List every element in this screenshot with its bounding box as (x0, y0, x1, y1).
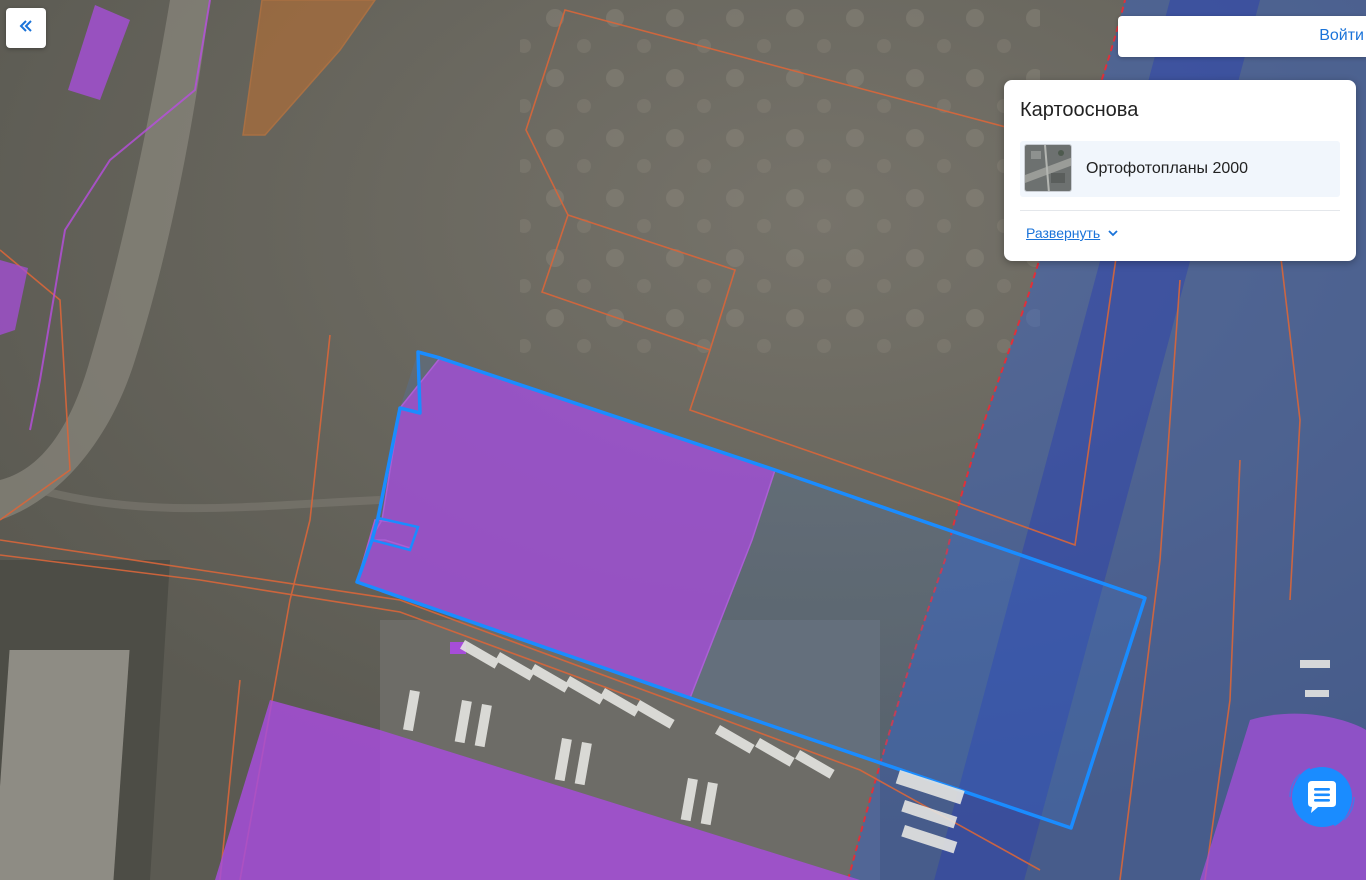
imagery-texture (520, 0, 1040, 360)
basemap-layer-item[interactable]: Ортофотопланы 2000 (1020, 141, 1340, 197)
collapse-sidebar-button[interactable] (6, 8, 46, 48)
chevron-down-icon (1108, 229, 1118, 237)
basemap-panel-title: Картооснова (1020, 99, 1139, 121)
double-chevron-left-icon (18, 18, 34, 39)
login-bar: Войти (1118, 16, 1366, 57)
expand-label: Развернуть (1026, 225, 1101, 241)
expand-button[interactable]: Развернуть (1026, 225, 1118, 241)
orthophoto-thumbnail (1024, 144, 1072, 192)
panel-divider (1020, 210, 1340, 211)
imagery-building-roof (0, 650, 130, 880)
basemap-layer-name: Ортофотопланы 2000 (1086, 160, 1249, 177)
basemap-panel: Картооснова Ортофотопланы 2000 Развернут… (1004, 80, 1356, 261)
chat-button[interactable] (1282, 757, 1362, 837)
login-button[interactable]: Войти (1319, 27, 1364, 45)
